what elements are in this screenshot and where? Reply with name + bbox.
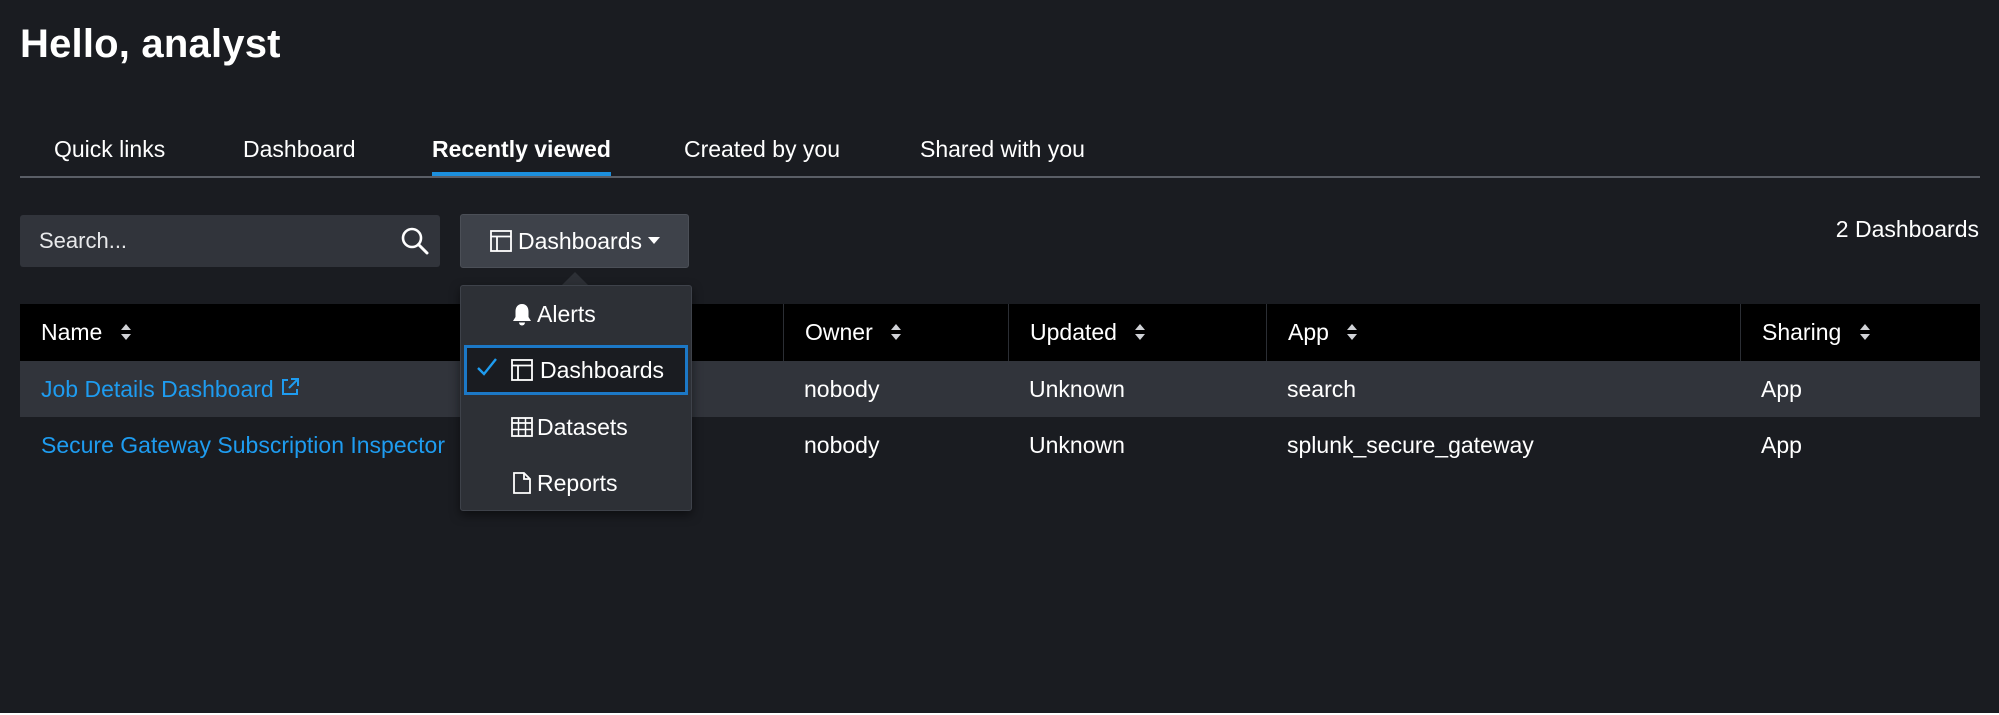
document-icon bbox=[513, 472, 531, 494]
search-box bbox=[20, 215, 440, 267]
updated-cell: Unknown bbox=[1029, 376, 1125, 402]
sharing-cell: App bbox=[1761, 432, 1802, 458]
type-filter-button[interactable]: Dashboards bbox=[460, 214, 689, 268]
dashboard-icon bbox=[511, 359, 533, 381]
app-cell: splunk_secure_gateway bbox=[1287, 432, 1534, 458]
column-label: App bbox=[1288, 319, 1329, 345]
search-icon[interactable] bbox=[400, 226, 430, 256]
owner-cell: nobody bbox=[804, 376, 880, 402]
sort-icon bbox=[1859, 323, 1870, 340]
column-label: Name bbox=[41, 319, 103, 345]
table-icon bbox=[511, 417, 533, 437]
dashboards-table: Name Owner Updated App Sharing Job Detai… bbox=[20, 304, 1980, 473]
app-cell: search bbox=[1287, 376, 1357, 402]
tab-bar: Quick links Dashboard Recently viewed Cr… bbox=[20, 128, 1980, 178]
sharing-cell: App bbox=[1761, 376, 1802, 402]
sort-icon bbox=[891, 323, 902, 340]
type-dropdown-menu: Alerts Dashboards Datasets Reports bbox=[460, 285, 692, 511]
dashboard-link[interactable]: Job Details Dashboard bbox=[41, 376, 274, 402]
tab-shared-with-you[interactable]: Shared with you bbox=[920, 134, 1085, 174]
menu-item-dashboards[interactable]: Dashboards bbox=[464, 345, 688, 395]
table-row: Secure Gateway Subscription Inspector no… bbox=[20, 417, 1980, 473]
tab-created-by-you[interactable]: Created by you bbox=[684, 134, 840, 174]
column-header-updated[interactable]: Updated bbox=[1008, 304, 1266, 361]
dropdown-arrow bbox=[561, 272, 589, 286]
menu-item-datasets[interactable]: Datasets bbox=[464, 402, 688, 452]
column-header-owner[interactable]: Owner bbox=[783, 304, 1008, 361]
caret-down-icon bbox=[648, 237, 661, 244]
menu-item-label: Datasets bbox=[537, 414, 628, 440]
dashboard-link[interactable]: Secure Gateway Subscription Inspector bbox=[41, 432, 445, 458]
menu-item-reports[interactable]: Reports bbox=[464, 458, 688, 508]
column-header-sharing[interactable]: Sharing bbox=[1740, 304, 1980, 361]
tab-dashboard[interactable]: Dashboard bbox=[243, 134, 356, 174]
table-row: Job Details Dashboard nobody Unknown sea… bbox=[20, 361, 1980, 417]
bell-icon bbox=[513, 304, 531, 326]
sort-icon bbox=[120, 323, 131, 340]
sort-icon bbox=[1135, 323, 1146, 340]
column-label: Sharing bbox=[1762, 319, 1842, 345]
column-label: Updated bbox=[1030, 319, 1117, 345]
menu-item-label: Alerts bbox=[537, 301, 596, 327]
sort-icon bbox=[1347, 323, 1358, 340]
menu-item-label: Reports bbox=[537, 470, 618, 496]
updated-cell: Unknown bbox=[1029, 432, 1125, 458]
menu-item-alerts[interactable]: Alerts bbox=[464, 289, 688, 339]
menu-item-label: Dashboards bbox=[540, 357, 665, 383]
checkmark-icon bbox=[477, 358, 497, 376]
external-link-icon[interactable] bbox=[280, 377, 300, 397]
app-window: Hello, analyst Quick links Dashboard Rec… bbox=[0, 0, 1999, 713]
tab-quick-links[interactable]: Quick links bbox=[54, 134, 165, 174]
dashboard-icon bbox=[490, 230, 512, 252]
result-count: 2 Dashboards bbox=[1835, 216, 1979, 242]
page-title: Hello, analyst bbox=[20, 22, 281, 66]
column-label: Owner bbox=[805, 319, 873, 345]
tab-recently-viewed[interactable]: Recently viewed bbox=[432, 134, 611, 176]
search-input[interactable] bbox=[20, 215, 380, 267]
type-filter-label: Dashboards bbox=[517, 227, 643, 254]
column-header-app[interactable]: App bbox=[1266, 304, 1740, 361]
table-header: Name Owner Updated App Sharing bbox=[20, 304, 1980, 361]
owner-cell: nobody bbox=[804, 432, 880, 458]
